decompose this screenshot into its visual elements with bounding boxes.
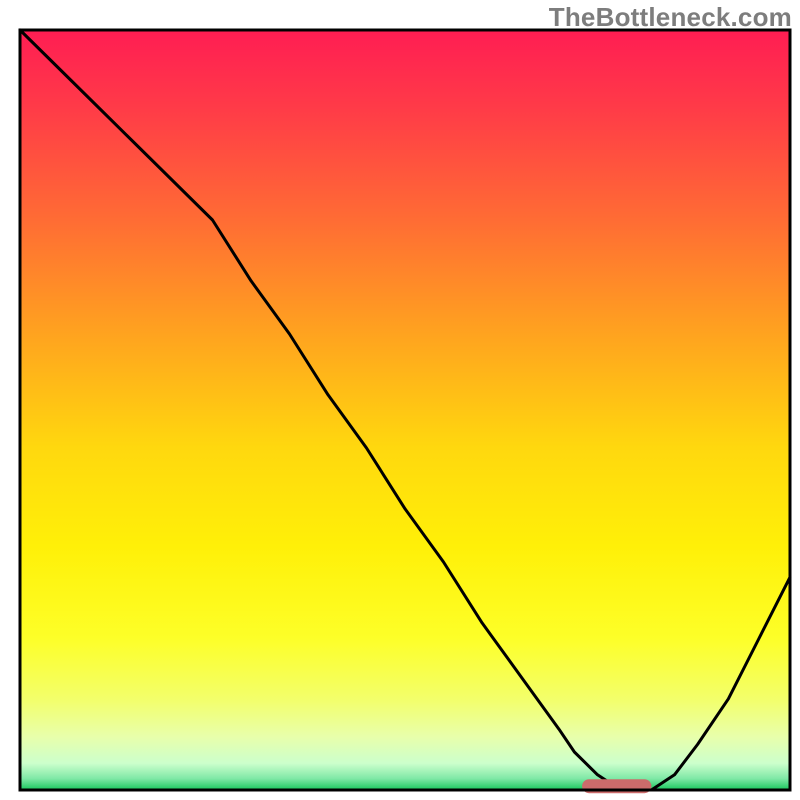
chart-svg	[0, 0, 800, 800]
watermark-text: TheBottleneck.com	[549, 2, 792, 33]
bottleneck-chart: TheBottleneck.com	[0, 0, 800, 800]
